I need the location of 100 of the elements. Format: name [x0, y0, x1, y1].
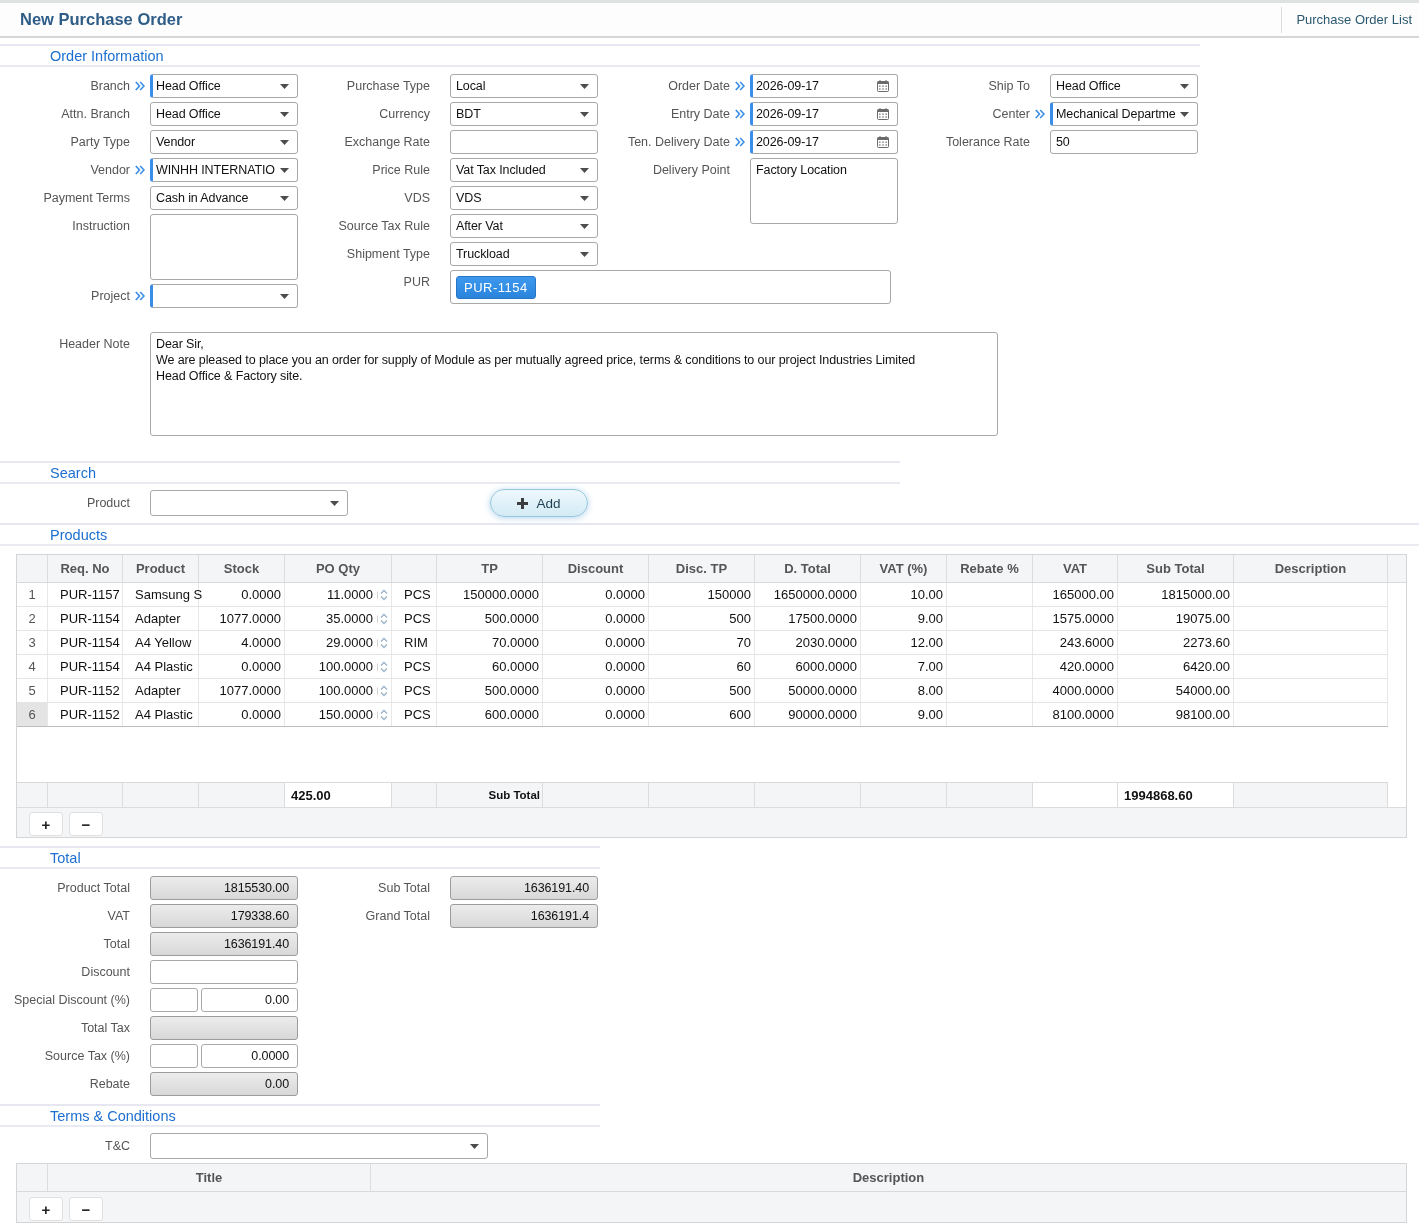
table-cell: 19075.00 [1118, 607, 1234, 630]
column-header: TP [437, 555, 543, 582]
calendar-icon [877, 108, 889, 120]
input-field[interactable]: 0.0000 [201, 1044, 298, 1068]
select-field[interactable]: Head Office [1050, 74, 1198, 98]
add-row-button[interactable]: + [29, 812, 63, 836]
select-field[interactable] [150, 284, 298, 308]
field-label: Project [90, 288, 130, 305]
input-field[interactable] [150, 988, 198, 1012]
caret-icon [280, 195, 289, 201]
remove-row-button[interactable]: − [69, 1197, 103, 1221]
field-label: Instruction [71, 218, 130, 235]
select-field[interactable]: Mechanical Departme [1050, 102, 1198, 126]
section-title: Order Information [50, 47, 164, 64]
caret-icon [470, 1143, 479, 1149]
table-cell: 500.0000 [437, 607, 543, 630]
caret-icon [280, 167, 289, 173]
caret-icon [580, 223, 589, 229]
input-field[interactable] [450, 130, 598, 154]
column-header: Req. No [48, 555, 123, 582]
field-label: Currency [378, 106, 430, 123]
column-header: VAT [1033, 555, 1118, 582]
select-field[interactable]: Local [450, 74, 598, 98]
text-area[interactable]: Factory Location [750, 158, 898, 224]
table-cell: 0.0000 [543, 679, 649, 702]
spinner-icon[interactable] [377, 611, 388, 626]
caret-icon [330, 500, 339, 506]
table-cell: 70.0000 [437, 631, 543, 654]
column-header: PO Qty [285, 555, 392, 582]
readonly-field: 1636191.40 [450, 876, 598, 900]
caret-icon [580, 111, 589, 117]
spinner-icon[interactable] [377, 707, 388, 722]
select-field[interactable]: Vendor [150, 130, 298, 154]
field-label: Source Tax (%) [43, 1048, 130, 1065]
table-cell: 90000.0000 [755, 703, 861, 726]
text-area[interactable] [150, 214, 298, 280]
table-cell: 243.6000 [1033, 631, 1118, 654]
field-label: Payment Terms [42, 190, 130, 207]
text-area[interactable]: Dear Sir, We are pleased to place you an order for supply of Module as per mutually agreed price, terms & conditions to our project Industries Limited Head Office & Factory site. [150, 332, 998, 436]
spinner-icon[interactable] [377, 659, 388, 674]
add-row-button[interactable]: + [29, 1197, 63, 1221]
select-field[interactable]: Head Office [150, 74, 298, 98]
input-field[interactable]: 50 [1050, 130, 1198, 154]
quantity-input[interactable]: 100.0000 [285, 679, 392, 702]
spinner-icon[interactable] [377, 587, 388, 602]
select-field[interactable]: Head Office [150, 102, 298, 126]
add-button[interactable]: Add [490, 489, 588, 517]
quantity-input[interactable]: 150.0000 [285, 703, 392, 726]
select-field[interactable]: VDS [450, 186, 598, 210]
table-cell: PUR-1157 [48, 583, 123, 606]
section-title: Products [50, 526, 108, 543]
select-field[interactable]: Vat Tax Included [450, 158, 598, 182]
table-cell: 0.0000 [543, 655, 649, 678]
field-label: Attn. Branch [60, 106, 130, 123]
table-cell: 600.0000 [437, 703, 543, 726]
field-label: Shipment Type [345, 246, 430, 263]
field-label: T&C [104, 1138, 130, 1155]
select-field[interactable] [150, 490, 348, 516]
input-field[interactable]: 0.00 [201, 988, 298, 1012]
field-label: Order Date [667, 78, 730, 95]
field-label: Purchase Type [345, 78, 430, 95]
field-label: Ship To [987, 78, 1030, 95]
table-cell: PUR-1154 [48, 655, 123, 678]
table-cell: 1650000.0000 [755, 583, 861, 606]
table-cell: PUR-1152 [48, 703, 123, 726]
select-field[interactable]: After Vat [450, 214, 598, 238]
spinner-icon[interactable] [377, 635, 388, 650]
select-field[interactable]: WINHH INTERNATIO [150, 158, 298, 182]
table-cell: 54000.00 [1118, 679, 1234, 702]
remove-row-button[interactable]: − [69, 812, 103, 836]
purchase-order-list-link[interactable]: Purchase Order List [1281, 6, 1419, 33]
table-cell: 420.0000 [1033, 655, 1118, 678]
table-cell: 2273.60 [1118, 631, 1234, 654]
column-header: Description [1234, 555, 1388, 582]
calendar-icon [877, 136, 889, 148]
select-field[interactable]: Truckload [450, 242, 598, 266]
caret-icon [280, 111, 289, 117]
table-cell: 98100.00 [1118, 703, 1234, 726]
date-field[interactable]: 2026-09-17 [750, 74, 898, 98]
quantity-input[interactable]: 100.0000 [285, 655, 392, 678]
date-field[interactable]: 2026-09-17 [750, 102, 898, 126]
spinner-icon[interactable] [377, 683, 388, 698]
select-field[interactable]: BDT [450, 102, 598, 126]
input-field[interactable] [150, 960, 298, 984]
field-label: Vendor [89, 162, 130, 179]
table-cell: 1077.0000 [199, 607, 285, 630]
date-field[interactable]: 2026-09-17 [750, 130, 898, 154]
section-title: Terms & Conditions [50, 1107, 176, 1124]
plus-icon [517, 497, 529, 509]
table-cell: 8.00 [861, 679, 947, 702]
table-cell: 6420.00 [1118, 655, 1234, 678]
quantity-input[interactable]: 29.0000 [285, 631, 392, 654]
column-header: Product [123, 555, 199, 582]
select-field[interactable]: Cash in Advance [150, 186, 298, 210]
field-label: Header Note [58, 336, 130, 353]
select-field[interactable] [150, 1133, 488, 1159]
quantity-input[interactable]: 35.0000 [285, 607, 392, 630]
table-cell: 17500.0000 [755, 607, 861, 630]
input-field[interactable] [150, 1044, 198, 1068]
quantity-input[interactable]: 11.0000 [285, 583, 392, 606]
